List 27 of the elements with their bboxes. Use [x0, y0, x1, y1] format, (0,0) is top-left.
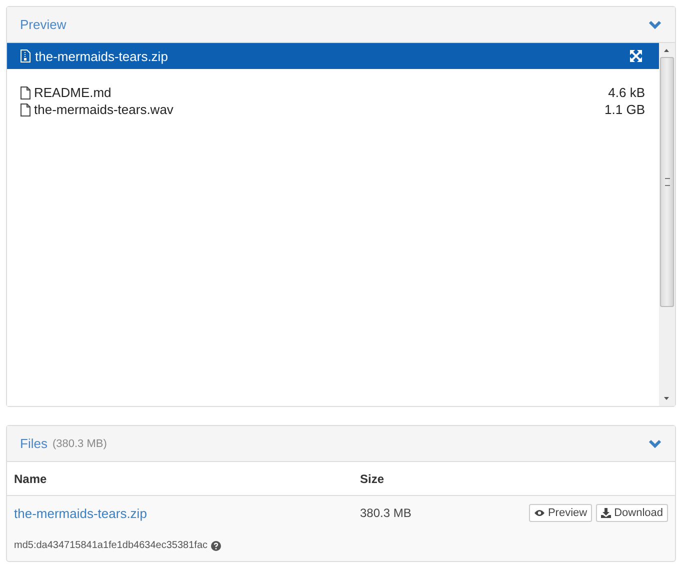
scrollbar[interactable] — [659, 43, 675, 406]
file-link[interactable]: the-mermaids-tears.zip — [14, 506, 360, 520]
file-icon — [20, 102, 31, 116]
zip-file-icon — [20, 49, 31, 63]
column-header: Size — [360, 472, 384, 486]
panel-header[interactable]: Preview — [7, 7, 675, 43]
file-size: 1.1 GB — [604, 101, 645, 118]
help-icon[interactable] — [210, 540, 221, 550]
file-icon — [20, 86, 31, 100]
panel-title: Files — [20, 436, 48, 451]
chevron-down-icon[interactable] — [648, 20, 662, 30]
eye-icon — [534, 509, 545, 517]
chevron-down-icon[interactable] — [648, 438, 662, 448]
archive-name: the-mermaids-tears.zip — [35, 48, 168, 64]
panel-title: Preview — [20, 17, 66, 32]
preview-button[interactable]: Preview — [528, 504, 592, 522]
file-size: 4.6 kB — [608, 84, 645, 101]
file-size: 380.3 MB — [360, 506, 412, 520]
download-icon — [601, 508, 612, 518]
column-header: Name — [14, 472, 48, 486]
file-name: README.md — [34, 84, 112, 101]
file-name: the-mermaids-tears.wav — [34, 101, 174, 118]
download-button[interactable]: Download — [596, 504, 668, 522]
fullscreen-icon[interactable] — [630, 50, 642, 62]
panel-header[interactable]: Files (380.3 MB) — [7, 426, 675, 462]
checksum: md5:da434715841a1fe1db4634ec35381fac — [14, 540, 208, 551]
total-size: (380.3 MB) — [52, 438, 107, 450]
